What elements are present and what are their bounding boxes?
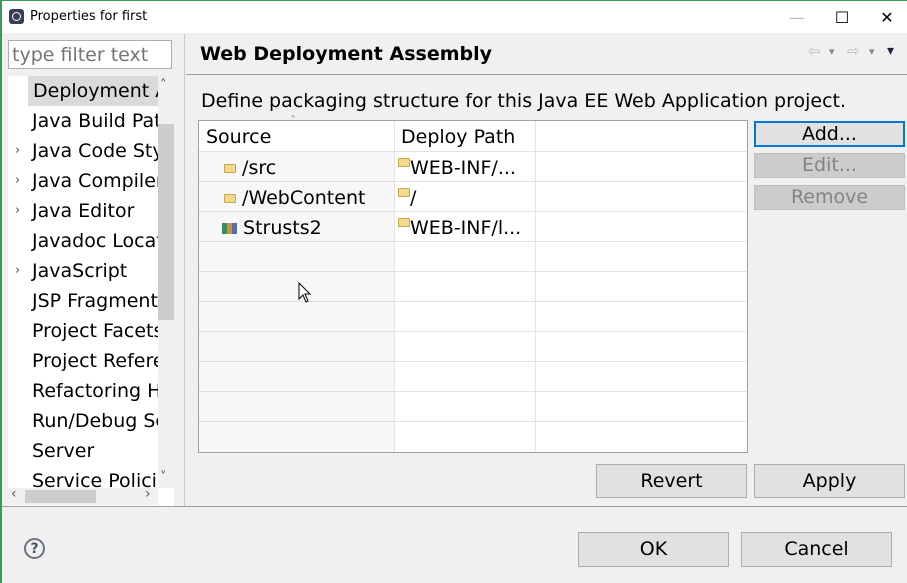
sidebar-item[interactable]: › Java Code Style xyxy=(8,136,158,166)
maximize-button[interactable]: ☐ xyxy=(819,1,865,33)
ok-button[interactable]: OK xyxy=(578,532,729,567)
apply-button[interactable]: Apply xyxy=(754,464,905,498)
edit-button[interactable]: Edit... xyxy=(754,153,905,178)
sidebar-item-label: Refactoring History xyxy=(32,380,158,402)
sidebar-item-label: Run/Debug Settings xyxy=(32,410,158,432)
revert-button[interactable]: Revert xyxy=(596,464,747,498)
remove-button[interactable]: Remove xyxy=(754,185,905,210)
folder-icon xyxy=(398,158,410,167)
sidebar-item-label: JavaScript xyxy=(32,260,128,282)
column-header-deploy-path[interactable]: Deploy Path xyxy=(401,121,515,151)
sidebar-item[interactable]: Deployment Assembly xyxy=(8,76,158,106)
row-gridline xyxy=(199,331,746,332)
row-gridline xyxy=(199,361,746,362)
back-arrow-icon[interactable]: ⇦ xyxy=(808,42,821,60)
column-divider[interactable] xyxy=(394,121,395,452)
cancel-button[interactable]: Cancel xyxy=(741,532,892,567)
scroll-right-icon[interactable]: › xyxy=(145,486,151,502)
deploy-path-cell: WEB-INF/l... xyxy=(410,217,522,239)
sidebar-item[interactable]: JSP Fragment xyxy=(8,286,158,316)
folder-icon xyxy=(398,218,410,227)
page-description: Define packaging structure for this Java… xyxy=(201,90,847,112)
column-header-source[interactable]: Source xyxy=(206,121,271,151)
row-gridline xyxy=(199,151,746,152)
sort-indicator-icon: ˆ xyxy=(290,114,296,128)
sidebar-item[interactable]: Javadoc Location xyxy=(8,226,158,256)
expand-chevron-icon[interactable]: › xyxy=(15,166,20,196)
title-separator xyxy=(186,74,907,75)
table-row[interactable]: /src xyxy=(224,153,276,183)
table-row[interactable]: /WebContent xyxy=(224,183,365,213)
minimize-button[interactable]: — xyxy=(774,1,820,33)
window-title: Properties for first xyxy=(30,9,148,24)
sidebar-item-label: Server xyxy=(32,440,95,462)
scroll-up-icon[interactable]: ˄ xyxy=(160,78,167,93)
source-cell: Strusts2 xyxy=(243,217,322,239)
row-gridline xyxy=(199,421,746,422)
sidebar-item-label: Java Editor xyxy=(32,200,135,222)
add-button[interactable]: Add... xyxy=(754,121,905,147)
deploy-path-cell-row[interactable]: / xyxy=(398,183,416,213)
view-menu-icon[interactable]: ▾ xyxy=(887,43,894,59)
sidebar-item[interactable]: Project References xyxy=(8,346,158,376)
back-dropdown-icon[interactable]: ▾ xyxy=(829,45,835,58)
sidebar-item[interactable]: Project Facets xyxy=(8,316,158,346)
sidebar-item-label: Java Code Style xyxy=(32,140,158,162)
folder-icon xyxy=(398,188,410,197)
expand-chevron-icon[interactable]: › xyxy=(15,196,20,226)
source-cell: /src xyxy=(242,157,277,179)
filter-input[interactable] xyxy=(8,40,172,69)
deploy-path-cell-row[interactable]: WEB-INF/l... xyxy=(398,213,521,243)
table-row[interactable]: Strusts2 xyxy=(222,213,322,243)
property-pages-tree: Deployment Assembly Java Build Path › Java … xyxy=(8,76,174,506)
sidebar-item[interactable]: Java Build Path xyxy=(8,106,158,136)
source-cell: /WebContent xyxy=(242,187,366,209)
tree-horizontal-scroll-thumb[interactable] xyxy=(25,490,96,503)
forward-dropdown-icon[interactable]: ▾ xyxy=(869,45,875,58)
expand-chevron-icon[interactable]: › xyxy=(15,136,20,166)
row-gridline xyxy=(199,271,746,272)
page-title: Web Deployment Assembly xyxy=(200,43,493,65)
scroll-left-icon[interactable]: ‹ xyxy=(11,486,17,502)
forward-arrow-icon[interactable]: ⇨ xyxy=(847,42,860,60)
folder-icon xyxy=(224,194,236,203)
column-divider[interactable] xyxy=(535,121,536,452)
tree-vertical-scroll-thumb[interactable] xyxy=(158,124,174,320)
sidebar-item-label: JSP Fragment xyxy=(32,290,158,312)
sidebar-item[interactable]: Server xyxy=(8,436,158,466)
sidebar-item-label: Deployment Assembly xyxy=(28,76,158,106)
sidebar-item-label: Java Build Path xyxy=(32,110,158,132)
scroll-down-icon[interactable]: ˅ xyxy=(160,470,167,485)
sidebar-item[interactable]: › Java Editor xyxy=(8,196,158,226)
deploy-path-cell-row[interactable]: WEB-INF/... xyxy=(398,153,516,183)
help-icon[interactable]: ? xyxy=(24,538,45,559)
row-gridline xyxy=(199,301,746,302)
sidebar-item-label: Javadoc Location xyxy=(32,230,158,252)
sidebar-item[interactable]: › JavaScript xyxy=(8,256,158,286)
sidebar-item[interactable]: Refactoring History xyxy=(8,376,158,406)
eclipse-app-icon xyxy=(9,9,24,24)
library-icon xyxy=(222,223,237,234)
expand-chevron-icon[interactable]: › xyxy=(15,256,20,286)
sidebar-item-label: Java Compiler xyxy=(32,170,158,192)
row-gridline xyxy=(199,391,746,392)
mouse-cursor-icon xyxy=(298,282,312,303)
footer-separator xyxy=(2,506,907,507)
sidebar-item[interactable]: › Java Compiler xyxy=(8,166,158,196)
folder-icon xyxy=(224,164,236,173)
close-button[interactable]: ✕ xyxy=(864,1,907,33)
sidebar-item-label: Project Facets xyxy=(32,320,158,342)
sidebar-item[interactable]: Run/Debug Settings xyxy=(8,406,158,436)
sidebar-item-label: Project References xyxy=(32,350,158,372)
deploy-path-cell: / xyxy=(410,187,417,209)
sash-divider[interactable] xyxy=(184,34,185,506)
deploy-path-cell: WEB-INF/... xyxy=(410,157,516,179)
